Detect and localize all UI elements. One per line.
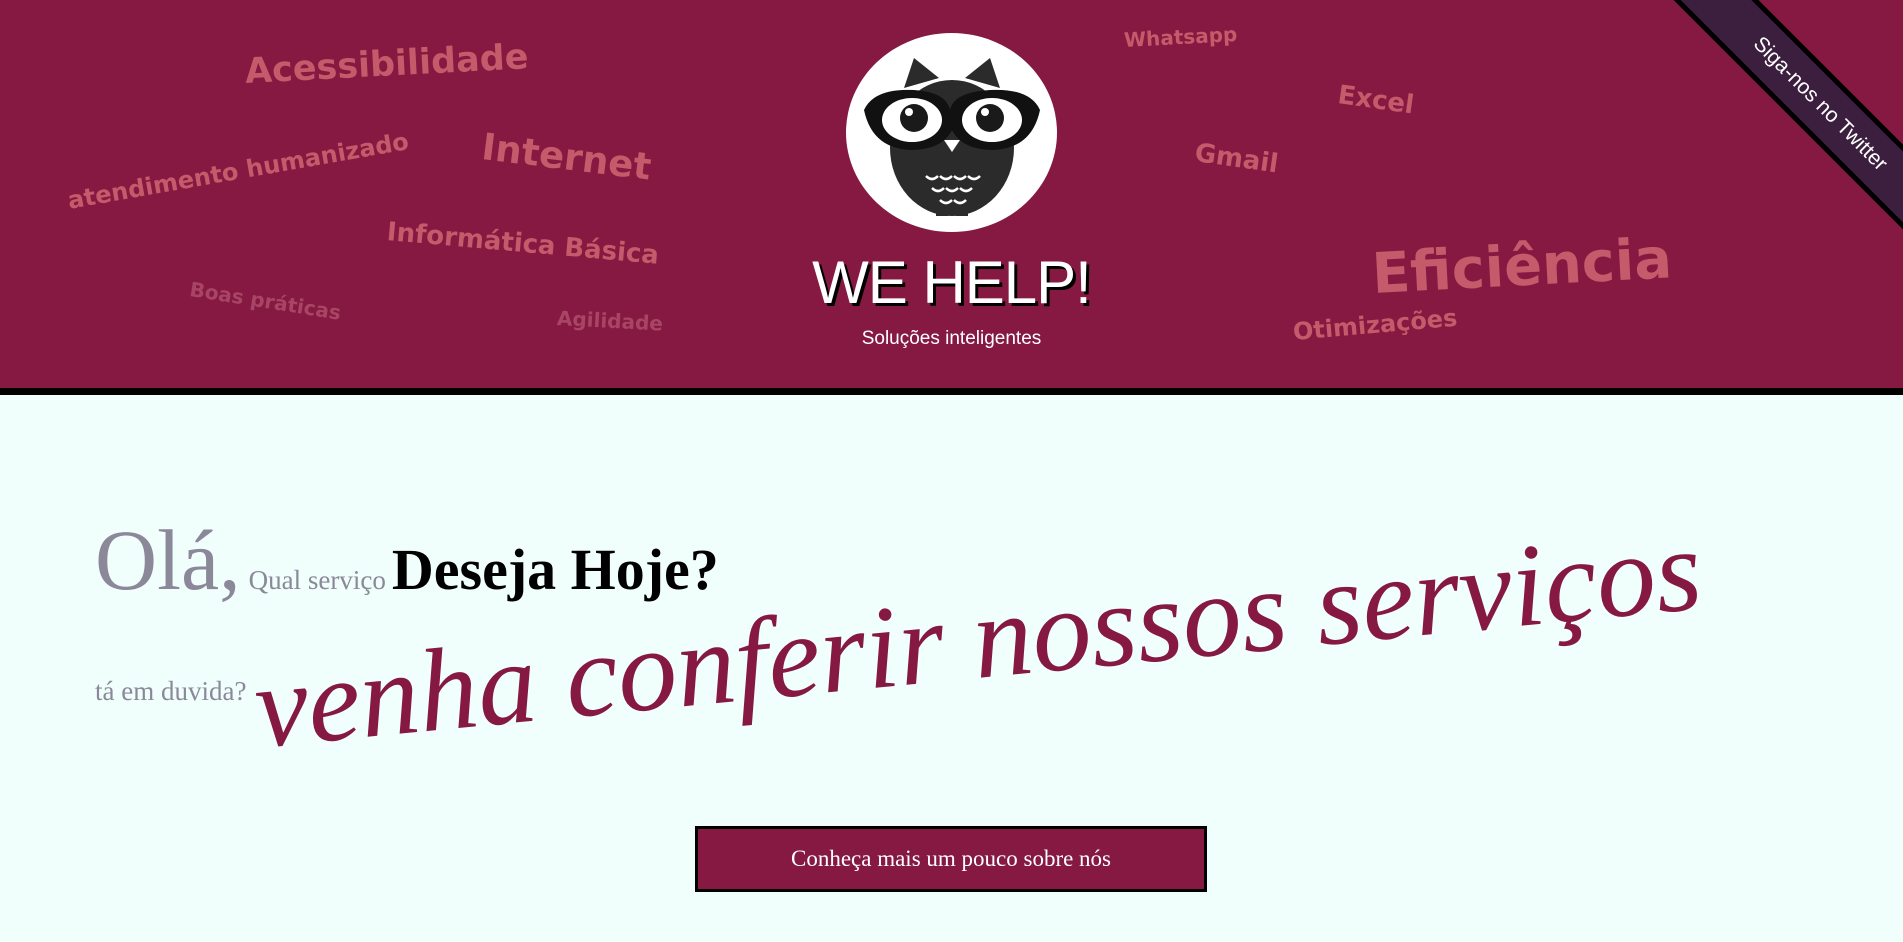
greeting-text: Olá, (95, 512, 241, 608)
question-bold-text: Deseja Hoje? (391, 537, 719, 602)
tag-excel: Excel (1335, 80, 1416, 121)
site-title: WE HELP! (812, 249, 1092, 316)
question-small-text: Qual serviço (248, 565, 386, 595)
tag-internet: Internet (479, 125, 654, 189)
tag-acessibilidade: Acessibilidade (243, 37, 530, 92)
owl-logo[interactable] (846, 33, 1057, 232)
doubt-text: tá em duvida? (95, 676, 247, 706)
about-us-button[interactable]: Conheça mais um pouco sobre nós (695, 826, 1207, 892)
site-header: Acessibilidade Internet atendimento huma… (0, 0, 1903, 395)
tag-gmail: Gmail (1192, 138, 1281, 180)
tag-atendimento-humanizado: atendimento humanizado (65, 127, 411, 215)
greeting-line: Olá, Qual serviço Deseja Hoje? (95, 510, 719, 610)
owl-with-glasses-icon (863, 57, 1040, 216)
tag-whatsapp: Whatsapp (1123, 22, 1238, 52)
site-tagline: Soluções inteligentes (861, 328, 1042, 349)
twitter-ribbon-link[interactable]: Siga-nos no Twitter (1671, 0, 1903, 253)
